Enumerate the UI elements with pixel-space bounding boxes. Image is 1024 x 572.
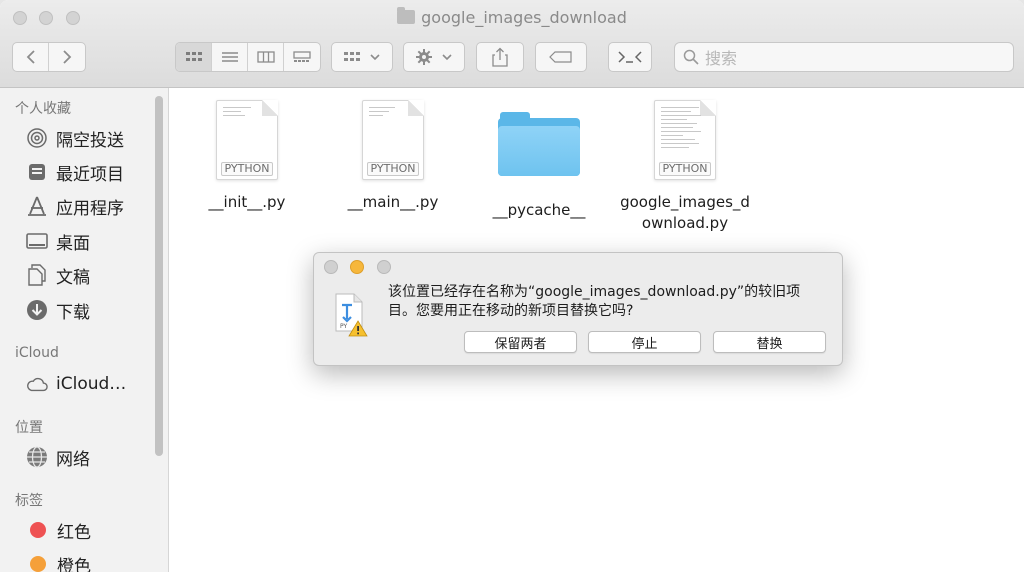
sidebar-item-icloud-drive[interactable]: iCloud… [26, 370, 126, 398]
python-file-icon: PYTHON [216, 100, 278, 180]
chevron-right-icon [63, 50, 72, 64]
columns-icon [256, 51, 275, 63]
sidebar-item-desktop[interactable]: 桌面 [26, 227, 90, 255]
list-view-button[interactable] [212, 43, 248, 71]
dialog-zoom-button[interactable] [377, 260, 391, 274]
file-name: __main__.py [347, 193, 439, 211]
sidebar-item-label: 下载 [56, 302, 90, 323]
window-title: google_images_download [0, 7, 1024, 27]
downloads-icon [26, 299, 48, 321]
view-mode-selector [175, 42, 321, 72]
folder-icon [397, 7, 416, 24]
file-name-line: google_images_d [620, 193, 750, 211]
search-icon [683, 49, 699, 65]
file-item-main[interactable]: PYTHON __main__.py [313, 100, 473, 213]
gallery-icon [293, 51, 311, 62]
python-file-icon: PYTHON [362, 100, 424, 180]
chevron-down-icon [370, 54, 380, 61]
sidebar-item-label: 应用程序 [56, 198, 124, 219]
grid-icon [185, 52, 202, 61]
file-name-line: ownload.py [641, 214, 729, 232]
gear-icon [416, 49, 432, 65]
dialog-close-button[interactable] [324, 260, 338, 274]
list-icon [221, 52, 238, 62]
sidebar-item-label: iCloud… [56, 374, 127, 394]
sidebar-item-network[interactable]: 网络 [26, 443, 90, 471]
sidebar-item-tag-red[interactable]: 红色 [26, 516, 91, 544]
replace-confirmation-dialog: PY 该位置已经存在名称为“google_images_download.py”… [313, 252, 843, 366]
file-item-pycache[interactable]: __pycache__ [459, 100, 619, 221]
sidebar-item-applications[interactable]: 应用程序 [26, 192, 124, 220]
file-name: google_images_d ownload.py [605, 192, 765, 234]
forward-button[interactable] [49, 43, 85, 71]
icon-view-button[interactable] [176, 43, 212, 71]
sidebar-item-label: 桌面 [56, 233, 90, 254]
dialog-minimize-button[interactable] [350, 260, 364, 274]
sidebar-item-label: 文稿 [56, 267, 90, 288]
orange-tag-dot-icon [30, 556, 46, 572]
grid-icon [344, 52, 360, 61]
applications-icon [26, 195, 48, 217]
share-button[interactable] [476, 42, 524, 72]
gallery-view-button[interactable] [284, 43, 320, 71]
file-name: __init__.py [208, 193, 286, 211]
share-icon [492, 47, 508, 67]
toolbar: google_images_download 搜索 [0, 0, 1024, 88]
cloud-icon [26, 373, 48, 395]
favorites-heading: 个人收藏 [15, 101, 71, 117]
terminal-icon [618, 51, 642, 63]
sidebar-item-label: 橙色 [57, 556, 91, 572]
network-icon [26, 446, 48, 468]
file-item-init[interactable]: PYTHON __init__.py [167, 100, 327, 213]
group-by-button[interactable] [331, 42, 393, 72]
locations-heading: 位置 [15, 420, 43, 436]
tag-icon [549, 51, 572, 63]
replace-button[interactable]: 替换 [713, 331, 826, 353]
red-tag-dot-icon [30, 522, 46, 538]
search-placeholder: 搜索 [705, 49, 738, 68]
chevron-left-icon [26, 50, 35, 64]
edit-tags-button[interactable] [535, 42, 587, 72]
search-field[interactable]: 搜索 [674, 42, 1014, 72]
finder-window: google_images_download 搜索 个人收藏 隔空投送 最近项目… [0, 0, 1024, 572]
icloud-heading: iCloud [15, 345, 59, 361]
keep-both-button[interactable]: 保留两者 [464, 331, 577, 353]
sidebar-item-downloads[interactable]: 下载 [26, 296, 90, 324]
airdrop-icon [26, 127, 48, 149]
sidebar-item-recents[interactable]: 最近项目 [26, 158, 124, 186]
stop-button[interactable]: 停止 [588, 331, 701, 353]
svg-text:PY: PY [340, 323, 347, 330]
file-item-google-images-download[interactable]: PYTHON google_images_d ownload.py [605, 100, 765, 234]
sidebar: 个人收藏 隔空投送 最近项目 应用程序 桌面 文稿 下载 iCloud iClo… [0, 88, 169, 572]
chevron-down-icon [442, 54, 452, 61]
documents-icon [26, 264, 48, 286]
desktop-icon [26, 230, 48, 252]
file-type-badge: PYTHON [367, 162, 419, 176]
recents-icon [26, 161, 48, 183]
sidebar-item-label: 网络 [56, 449, 90, 470]
terminal-button[interactable] [608, 42, 652, 72]
sidebar-item-label: 红色 [57, 522, 91, 543]
python-file-icon: PYTHON [654, 100, 716, 180]
sidebar-item-tag-orange[interactable]: 橙色 [26, 550, 91, 572]
folder-icon [498, 112, 580, 176]
python-file-warning-icon: PY [334, 293, 370, 337]
back-button[interactable] [13, 43, 49, 71]
navigation-buttons [12, 42, 86, 72]
sidebar-item-label: 隔空投送 [56, 130, 124, 151]
file-type-badge: PYTHON [221, 162, 273, 176]
action-menu-button[interactable] [403, 42, 465, 72]
sidebar-scrollbar[interactable] [155, 96, 163, 456]
sidebar-item-label: 最近项目 [56, 164, 124, 185]
file-name: __pycache__ [492, 201, 586, 219]
dialog-message: 该位置已经存在名称为“google_images_download.py”的较旧… [388, 284, 801, 319]
sidebar-item-documents[interactable]: 文稿 [26, 261, 90, 289]
tags-heading: 标签 [15, 493, 43, 509]
sidebar-item-airdrop[interactable]: 隔空投送 [26, 124, 124, 152]
column-view-button[interactable] [248, 43, 284, 71]
file-type-badge: PYTHON [659, 162, 711, 176]
